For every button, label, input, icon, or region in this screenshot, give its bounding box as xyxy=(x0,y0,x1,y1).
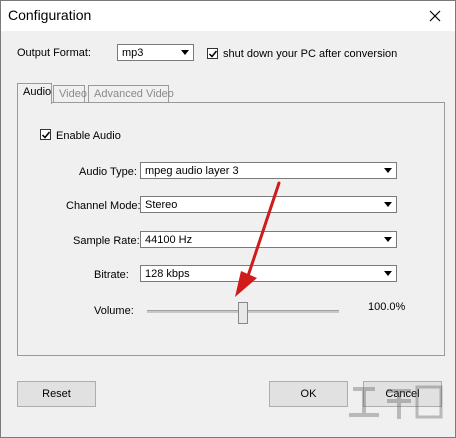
reset-button[interactable]: Reset xyxy=(17,381,96,407)
chevron-down-icon[interactable] xyxy=(380,197,396,212)
sample-rate-label: Sample Rate: xyxy=(73,235,140,247)
bitrate-label: Bitrate: xyxy=(94,269,129,281)
chevron-down-icon[interactable] xyxy=(380,232,396,247)
chevron-down-icon[interactable] xyxy=(380,163,396,178)
tab-audio[interactable]: Audio xyxy=(17,83,52,104)
channel-mode-label: Channel Mode: xyxy=(66,200,141,212)
chevron-down-icon[interactable] xyxy=(177,45,193,60)
shutdown-label: shut down your PC after conversion xyxy=(223,48,398,60)
close-icon xyxy=(429,10,441,22)
ok-button[interactable]: OK xyxy=(269,381,348,407)
enable-audio-checkbox[interactable] xyxy=(40,129,51,140)
tab-video[interactable]: Video xyxy=(53,85,87,102)
volume-label: Volume: xyxy=(94,305,134,317)
audio-type-value: mpeg audio layer 3 xyxy=(145,165,239,177)
enable-audio-label: Enable Audio xyxy=(56,130,121,142)
shutdown-checkbox[interactable] xyxy=(207,48,218,59)
output-format-value: mp3 xyxy=(122,47,144,59)
title-bar: Configuration xyxy=(1,1,455,31)
sample-rate-value: 44100 Hz xyxy=(145,234,193,246)
tab-advanced-video-label: Advanced Video xyxy=(94,88,174,100)
configuration-dialog: Configuration Output Format: mp3 shut do… xyxy=(0,0,456,438)
output-format-select[interactable]: mp3 xyxy=(117,44,194,61)
tab-video-label: Video xyxy=(59,88,87,100)
channel-mode-value: Stereo xyxy=(145,199,178,211)
close-button[interactable] xyxy=(415,1,455,31)
bitrate-value: 128 kbps xyxy=(145,268,190,280)
chevron-down-icon[interactable] xyxy=(380,266,396,281)
annotation-arrow xyxy=(235,181,281,297)
window-title: Configuration xyxy=(8,7,92,23)
watermark-logo xyxy=(349,385,443,419)
audio-type-label: Audio Type: xyxy=(79,166,137,178)
volume-value: 100.0% xyxy=(368,301,406,313)
output-format-label: Output Format: xyxy=(17,47,91,59)
tab-audio-label: Audio xyxy=(23,86,52,98)
checkmark-icon xyxy=(208,50,218,58)
checkmark-icon xyxy=(41,131,51,139)
audio-type-select[interactable]: mpeg audio layer 3 xyxy=(140,162,397,179)
tab-advanced-video[interactable]: Advanced Video xyxy=(88,85,174,102)
